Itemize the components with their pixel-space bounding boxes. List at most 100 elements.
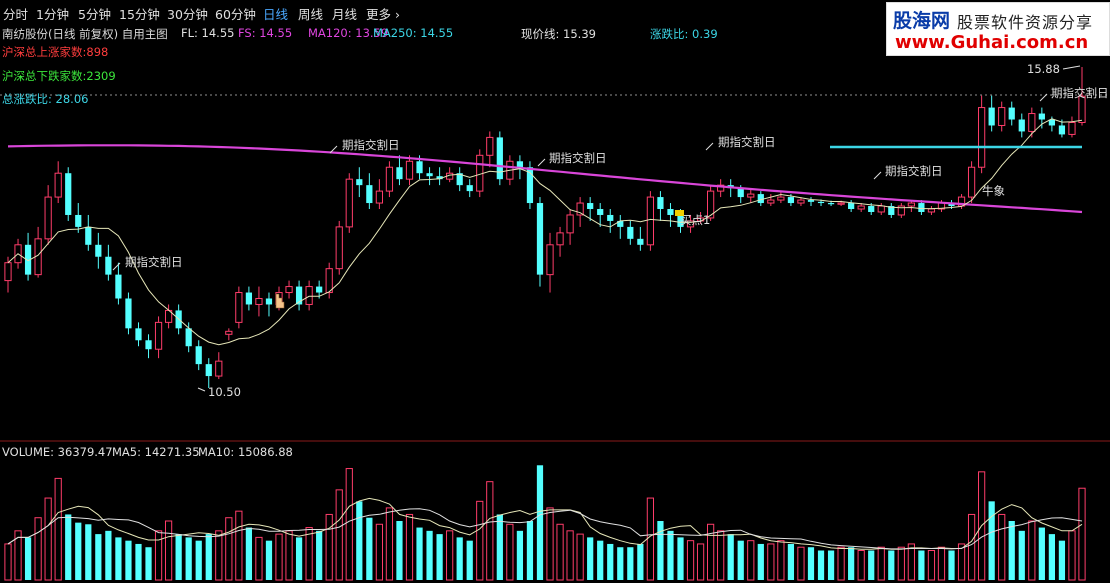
volume-bar	[646, 497, 655, 581]
candle-body	[1008, 107, 1015, 120]
volume-bar	[164, 520, 173, 581]
candle	[285, 280, 293, 299]
arrow-icon	[1062, 65, 1081, 70]
candle	[185, 322, 192, 353]
candle-body	[325, 268, 333, 294]
candle	[235, 286, 243, 329]
volume-bar	[54, 477, 62, 581]
volume-bar	[385, 507, 394, 581]
candle-body	[486, 136, 494, 156]
candle-body	[205, 364, 212, 377]
volume-bar	[4, 543, 12, 581]
candle	[988, 95, 995, 132]
candle	[255, 286, 263, 317]
candle	[888, 203, 895, 218]
volume-bar	[526, 521, 534, 580]
candle-body	[1038, 113, 1045, 120]
candle	[375, 179, 383, 210]
volume-bar	[195, 540, 202, 580]
candle	[385, 161, 394, 198]
volume-bar	[115, 537, 122, 580]
volume-bar	[1068, 530, 1076, 581]
candle-body	[657, 197, 664, 210]
volume-bar	[154, 530, 163, 581]
candle	[1068, 116, 1076, 138]
candles	[4, 67, 1086, 388]
candle	[667, 203, 674, 227]
candle-body	[807, 200, 815, 202]
candle-body	[135, 328, 142, 341]
candle	[967, 161, 976, 204]
volume-bar	[868, 550, 875, 580]
candle	[356, 167, 363, 198]
candle-body	[255, 298, 263, 305]
volume-bar	[546, 507, 554, 581]
volume-bar	[696, 543, 705, 581]
volume-bar	[205, 534, 212, 580]
candle-body	[868, 206, 875, 212]
candle-body	[215, 360, 223, 377]
volume-ma10-line	[7, 508, 1083, 550]
candle-body	[837, 202, 845, 205]
volume-bar	[988, 501, 995, 580]
candle	[154, 316, 163, 359]
volume-bar	[396, 521, 403, 580]
candle-body	[627, 226, 634, 239]
volume-bars	[4, 465, 1086, 581]
candle-body	[797, 199, 805, 204]
volume-bar	[998, 513, 1006, 581]
candle-body	[848, 203, 855, 210]
candle-body	[998, 107, 1006, 126]
volume-bar	[24, 537, 32, 580]
volume-bar	[757, 543, 764, 580]
candle-body	[857, 205, 865, 210]
candle-body	[75, 214, 82, 227]
candle	[426, 167, 433, 186]
arrow-icon	[197, 387, 206, 392]
volume-ma5-value: MA5: 14271.35	[112, 445, 200, 459]
candle-body	[1078, 95, 1086, 123]
candle	[978, 95, 986, 174]
candlestick-chart[interactable]: 期指交割日 期指交割日 期指交割日 期指交割日 期指交割日 期指交割日 买点1 …	[0, 0, 1110, 583]
candle-body	[918, 203, 925, 212]
arrow-icon	[537, 158, 546, 167]
volume-bar	[235, 510, 243, 581]
volume-value: VOLUME: 36379.47	[2, 445, 113, 459]
candle-body	[95, 244, 102, 257]
volume-bar	[948, 550, 955, 580]
candle-body	[366, 185, 373, 204]
volume-bar	[1078, 487, 1086, 581]
volume-bar	[265, 540, 273, 580]
volume-bar	[245, 527, 253, 580]
volume-bar	[516, 530, 524, 580]
candle-body	[405, 160, 414, 180]
volume-bar	[345, 468, 353, 581]
volume-bar	[255, 536, 263, 581]
candle	[1038, 107, 1045, 129]
candle-body	[967, 166, 976, 198]
candle-body	[1058, 125, 1066, 135]
candle	[195, 340, 202, 371]
candle	[125, 292, 132, 335]
candle	[777, 191, 785, 204]
candle	[1008, 101, 1015, 126]
volume-bar	[225, 517, 233, 581]
candle	[897, 203, 905, 218]
volume-bar	[1008, 521, 1015, 580]
candle-body	[1068, 121, 1076, 135]
candle-body	[345, 178, 353, 228]
low-price-label: 10.50	[208, 385, 241, 399]
candle	[44, 185, 52, 245]
volume-bar	[295, 537, 303, 580]
candle	[646, 191, 655, 251]
volume-bar	[657, 521, 664, 580]
candle	[848, 200, 855, 212]
volume-bar	[215, 530, 223, 581]
volume-bar	[426, 530, 433, 580]
candle	[767, 194, 775, 207]
candle	[366, 173, 373, 210]
annotation-label: 期指交割日	[1051, 86, 1109, 100]
candle	[205, 358, 212, 388]
candle	[405, 155, 414, 186]
volume-bar	[897, 546, 905, 581]
